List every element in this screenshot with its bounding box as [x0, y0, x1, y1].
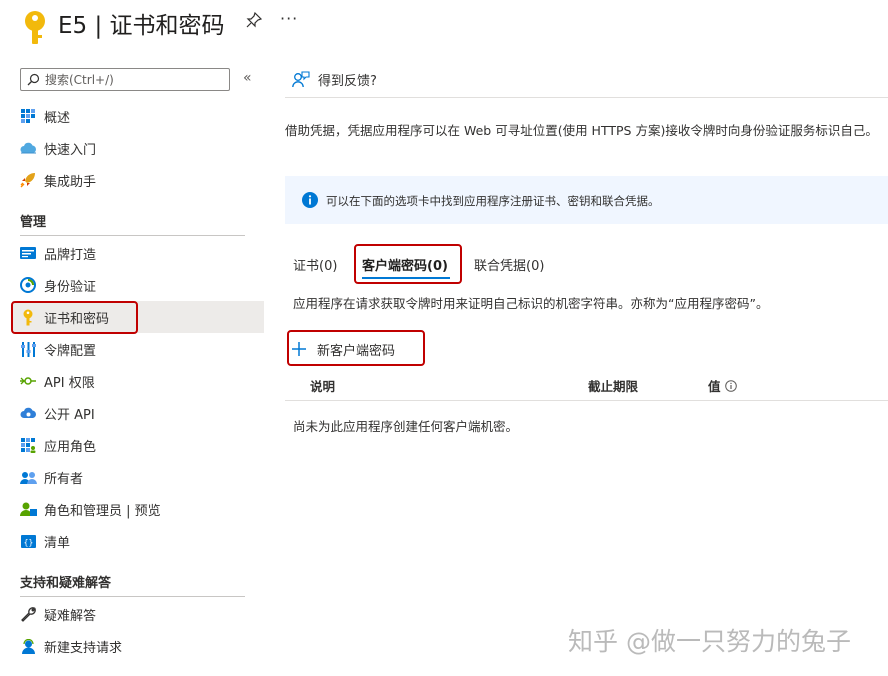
api-permission-icon	[19, 372, 37, 390]
sidebar-item-token-configuration[interactable]: 令牌配置	[12, 333, 264, 365]
sidebar-item-label: 集成助手	[44, 174, 97, 190]
owners-icon	[19, 468, 37, 486]
column-header-expires: 截止期限	[588, 376, 638, 395]
sidebar-item-label: 概述	[44, 110, 71, 126]
sidebar-item-label: 身份验证	[44, 279, 97, 295]
sidebar-item-integration-assistant[interactable]: 集成助手	[12, 164, 264, 196]
tab-certificates[interactable]: 证书(0)	[293, 255, 337, 274]
section-divider	[20, 596, 245, 597]
feedback-link[interactable]: 得到反馈?	[292, 70, 377, 89]
cloud-icon	[19, 139, 37, 157]
sidebar-item-api-permissions[interactable]: API 权限	[12, 365, 264, 397]
section-heading-support: 支持和疑难解答	[20, 576, 112, 591]
plus-icon	[292, 342, 306, 356]
page-title: E5 | 证书和密码	[58, 13, 225, 39]
cloud-api-icon	[19, 404, 37, 422]
table-header-divider	[285, 400, 888, 401]
sidebar-item-label: 应用角色	[44, 439, 97, 455]
column-header-description: 说明	[310, 376, 335, 395]
manifest-icon: {}	[19, 532, 37, 550]
toolbar-divider	[285, 97, 888, 98]
section-divider	[20, 235, 245, 236]
info-banner: 可以在下面的选项卡中找到应用程序注册证书、密钥和联合凭据。	[285, 176, 888, 224]
pin-icon[interactable]	[246, 12, 262, 28]
info-icon	[302, 192, 318, 208]
sidebar-item-label: 快速入门	[44, 142, 97, 158]
column-header-label: 截止期限	[588, 379, 639, 394]
search-input[interactable]	[45, 70, 225, 89]
page-header: E5 | 证书和密码 ···	[0, 0, 888, 50]
svg-text:{}: {}	[23, 538, 33, 547]
info-circle-icon[interactable]	[724, 379, 737, 392]
sidebar-item-label: 新建支持请求	[44, 640, 123, 656]
sidebar-item-new-support-request[interactable]: 新建支持请求	[12, 630, 264, 662]
sidebar-item-label: 品牌打造	[44, 247, 97, 263]
page-description: 借助凭据，凭据应用程序可以在 Web 可寻址位置(使用 HTTPS 方案)接收令…	[285, 123, 878, 138]
column-header-label: 值	[708, 379, 721, 394]
new-client-secret-label: 新客户端密码	[317, 343, 396, 359]
sidebar-item-roles-admins[interactable]: 角色和管理员 | 预览	[12, 493, 264, 525]
support-person-icon	[19, 637, 37, 655]
tab-client-secrets[interactable]: 客户端密码(0)	[362, 255, 448, 274]
app-roles-icon	[19, 436, 37, 454]
wrench-icon	[19, 605, 37, 623]
sidebar-item-label: 所有者	[44, 471, 84, 487]
key-icon	[25, 11, 45, 44]
sidebar-item-expose-api[interactable]: 公开 API	[12, 397, 264, 429]
sidebar-item-branding[interactable]: 品牌打造	[12, 237, 264, 269]
sidebar-item-label: 疑难解答	[44, 608, 97, 624]
sidebar-item-manifest[interactable]: {} 清单	[12, 525, 264, 557]
new-client-secret-button[interactable]: 新客户端密码	[291, 334, 395, 364]
section-heading-manage: 管理	[20, 215, 47, 230]
sidebar-item-troubleshooting[interactable]: 疑难解答	[12, 598, 264, 630]
highlight-box-nav	[11, 301, 138, 334]
tab-selected-indicator	[362, 277, 450, 279]
sidebar-item-label: 清单	[44, 535, 71, 551]
sidebar-item-app-roles[interactable]: 应用角色	[12, 429, 264, 461]
sidebar-item-label: 角色和管理员 | 预览	[44, 503, 161, 519]
column-header-label: 说明	[310, 379, 336, 394]
info-text: 可以在下面的选项卡中找到应用程序注册证书、密钥和联合凭据。	[326, 194, 660, 208]
roles-admins-icon	[19, 500, 37, 518]
tab-federated-credentials[interactable]: 联合凭据(0)	[474, 255, 544, 274]
collapse-sidebar-icon[interactable]: «	[243, 70, 252, 86]
overview-grid-icon	[19, 107, 37, 125]
sidebar-item-owners[interactable]: 所有者	[12, 461, 264, 493]
empty-table-message: 尚未为此应用程序创建任何客户端机密。	[293, 419, 519, 434]
feedback-person-icon	[292, 71, 310, 88]
sidebar-item-label: 令牌配置	[44, 343, 97, 359]
rocket-icon	[19, 171, 37, 189]
more-options-icon[interactable]: ···	[280, 9, 298, 28]
sidebar-item-authentication[interactable]: 身份验证	[12, 269, 264, 301]
branding-icon	[19, 244, 37, 262]
sidebar-item-quickstart[interactable]: 快速入门	[12, 132, 264, 164]
authentication-icon	[19, 276, 37, 294]
sidebar-item-label: API 权限	[44, 375, 95, 391]
search-box[interactable]	[20, 68, 230, 91]
column-header-value: 值	[708, 376, 737, 395]
sidebar-item-label: 公开 API	[44, 407, 95, 423]
tab-description: 应用程序在请求获取令牌时用来证明自己标识的机密字符串。亦称为“应用程序密码”。	[293, 296, 769, 311]
sidebar-item-overview[interactable]: 概述	[12, 100, 264, 132]
search-icon	[27, 73, 40, 86]
token-config-icon	[19, 340, 37, 358]
feedback-label: 得到反馈?	[318, 74, 377, 89]
watermark-text: 知乎 @做一只努力的兔子	[568, 627, 851, 656]
